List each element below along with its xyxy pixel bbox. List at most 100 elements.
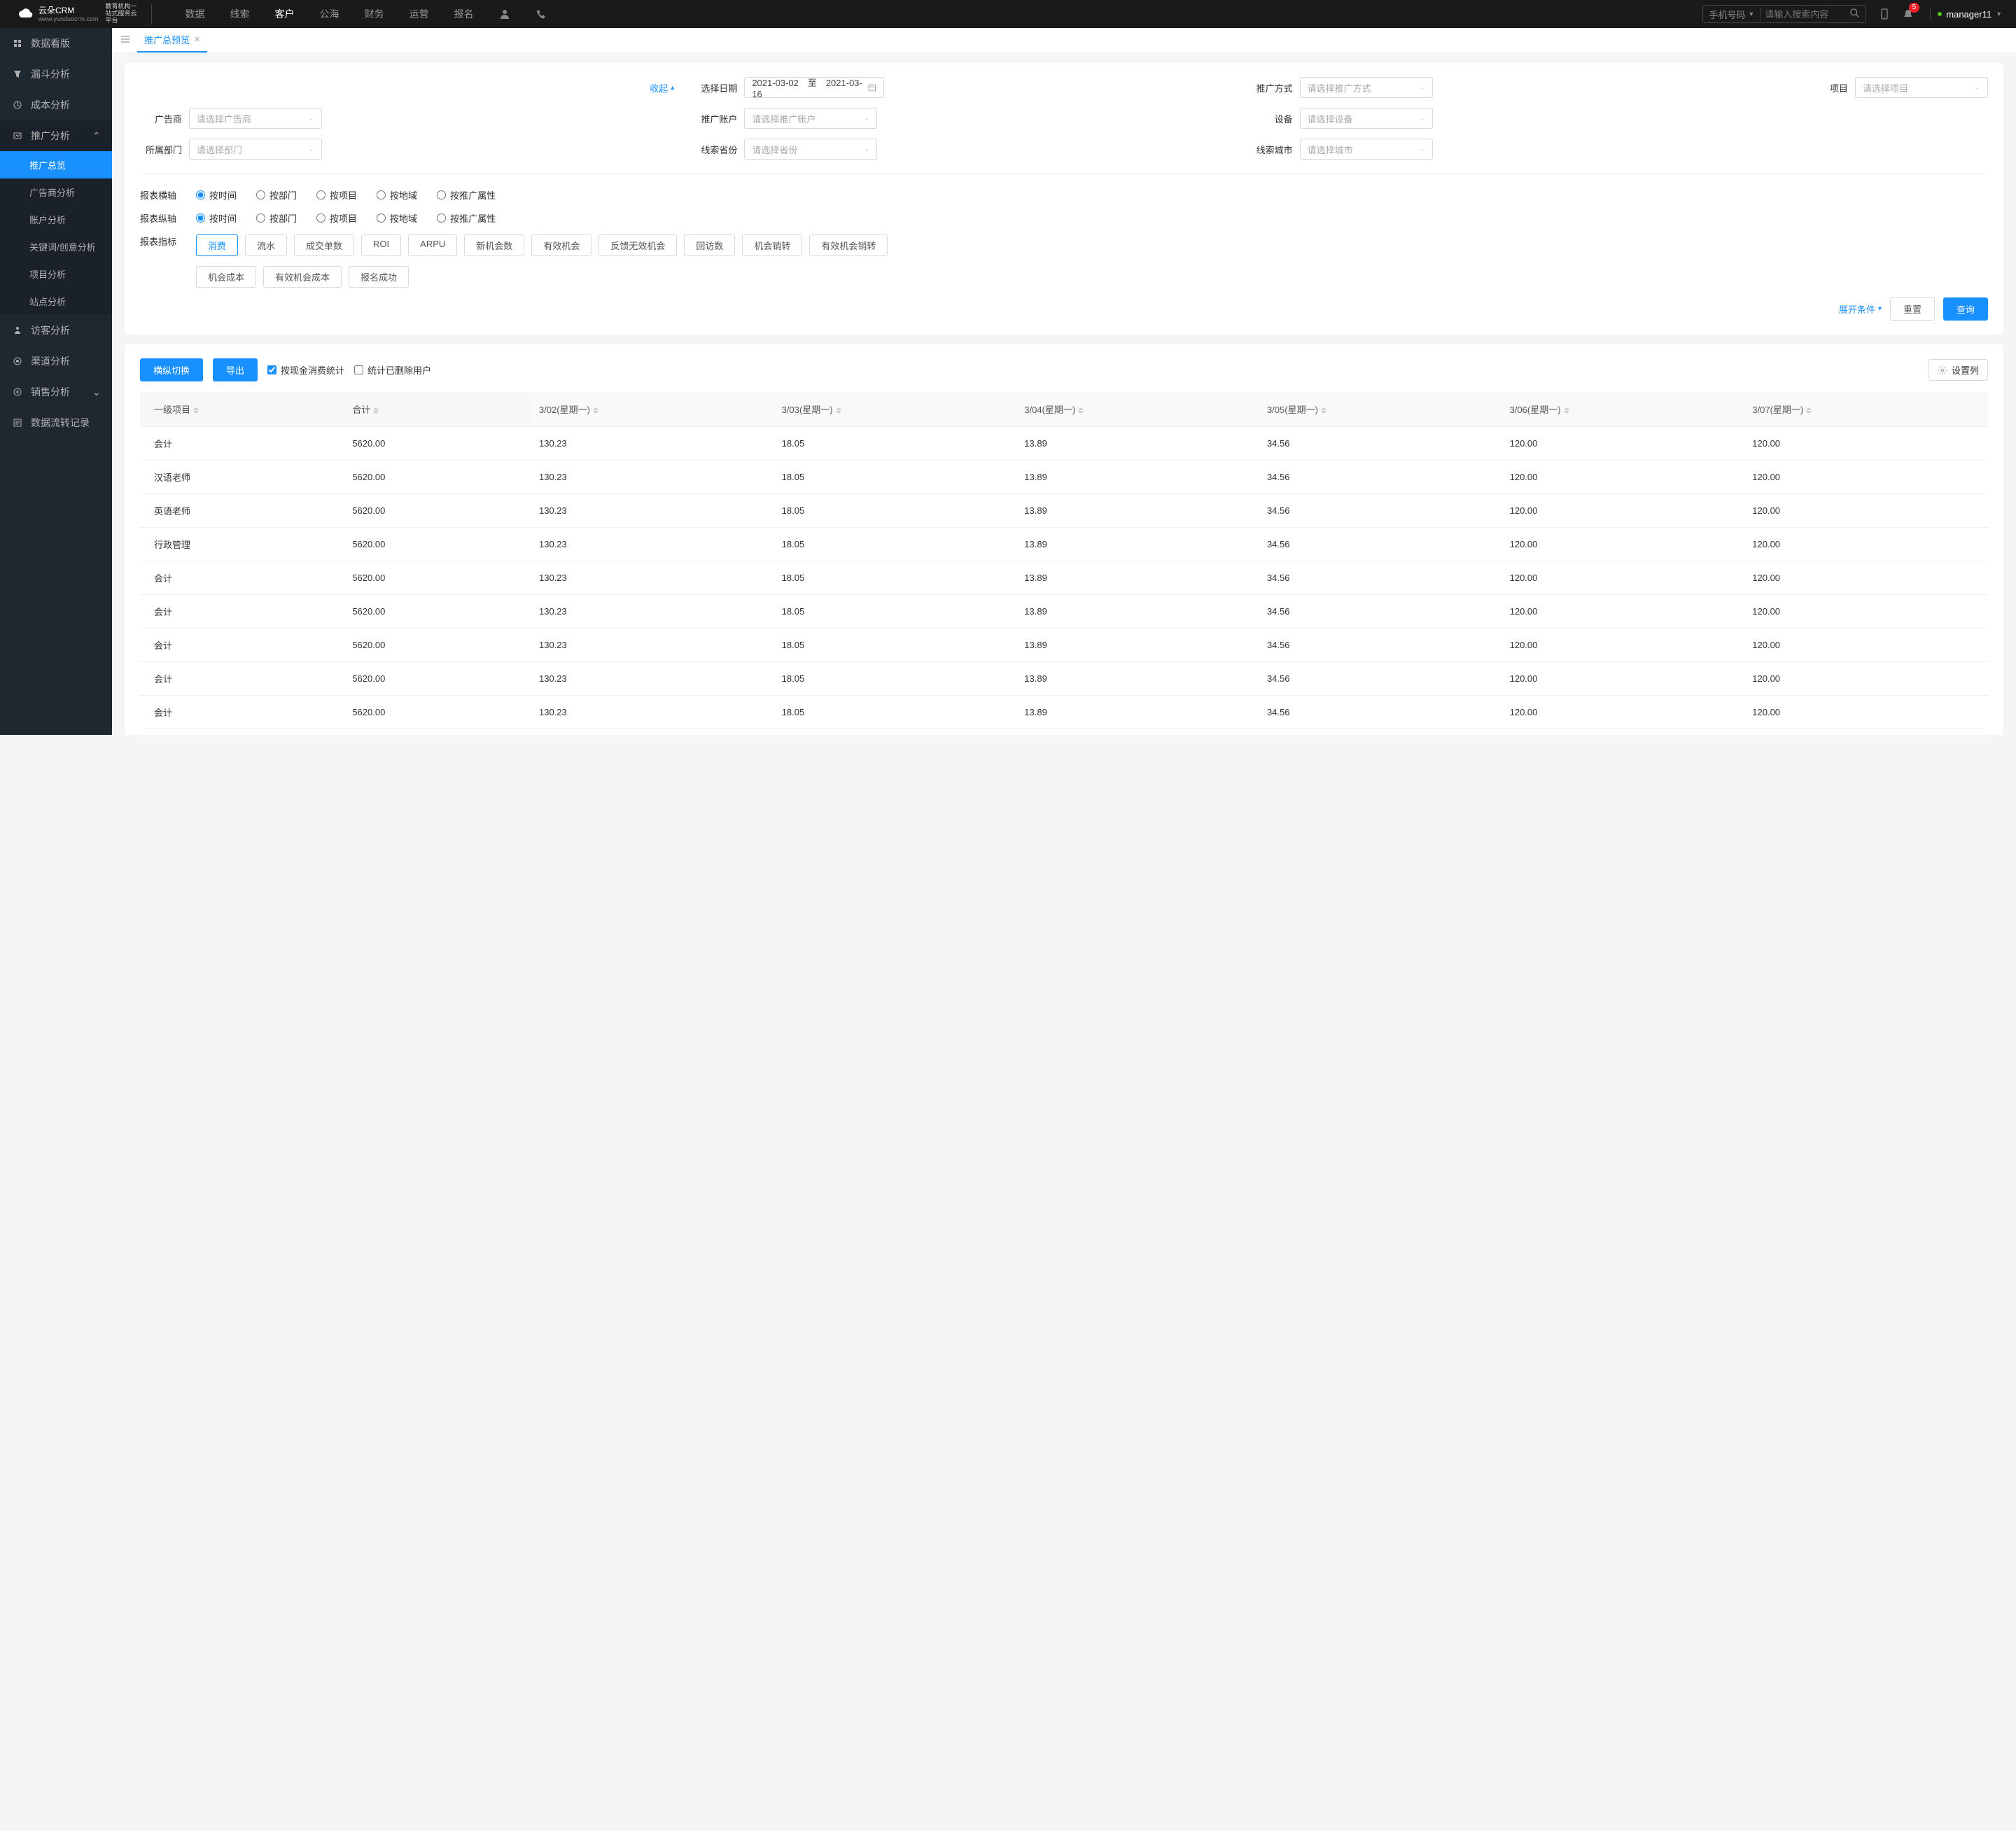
table-header[interactable]: 3/06(星期一): [1503, 393, 1746, 427]
metric-tag[interactable]: 机会销转: [742, 234, 802, 256]
radio-option[interactable]: 按项目: [316, 188, 357, 202]
metric-tag[interactable]: 流水: [245, 234, 287, 256]
bell-icon[interactable]: 5: [1903, 8, 1914, 20]
sidebar-sub-item[interactable]: 项目分析: [0, 260, 112, 288]
filter-label: 设备: [1251, 112, 1293, 125]
table-cell: 120.00: [1503, 729, 1746, 735]
user-menu[interactable]: manager11 ▼: [1930, 9, 2009, 20]
close-icon[interactable]: ✕: [194, 35, 200, 44]
search-input[interactable]: [1760, 9, 1844, 20]
metric-tag[interactable]: 报名成功: [349, 266, 409, 288]
menu-toggle-icon[interactable]: [120, 34, 130, 46]
filter-select[interactable]: 请选择城市⌄: [1300, 139, 1433, 160]
table-header[interactable]: 3/05(星期一): [1260, 393, 1503, 427]
sidebar-item[interactable]: 数据看版: [0, 28, 112, 59]
table-header[interactable]: 3/03(星期一): [775, 393, 1018, 427]
logo[interactable]: 云朵CRM www.yunduocrm.com 教育机构一站式服务云平台: [7, 3, 152, 24]
sidebar-item[interactable]: 访客分析: [0, 315, 112, 346]
set-columns-button[interactable]: 设置列: [1928, 359, 1988, 381]
nav-user-icon[interactable]: [486, 8, 523, 20]
radio-option[interactable]: 按时间: [196, 188, 237, 202]
metric-tag[interactable]: 有效机会: [531, 234, 592, 256]
table-row: 会计5620.00130.2318.0513.8934.56120.00120.…: [140, 729, 1988, 735]
filter-select[interactable]: 请选择推广账户⌄: [744, 108, 877, 129]
radio-option[interactable]: 按时间: [196, 211, 237, 225]
tab-promo-overview[interactable]: 推广总预览 ✕: [137, 28, 207, 52]
table-cell: 13.89: [1017, 528, 1260, 561]
radio-option[interactable]: 按部门: [256, 188, 297, 202]
metric-tag[interactable]: ARPU: [408, 234, 457, 256]
export-button[interactable]: 导出: [213, 358, 258, 381]
nav-item-6[interactable]: 报名: [442, 0, 486, 28]
radio-option[interactable]: 按部门: [256, 211, 297, 225]
chevron-up-icon: ⌃: [92, 130, 99, 142]
sidebar-item[interactable]: 数据流转记录: [0, 407, 112, 438]
radio-option[interactable]: 按推广属性: [437, 188, 496, 202]
table-header[interactable]: 3/04(星期一): [1017, 393, 1260, 427]
table-header[interactable]: 一级项目: [140, 393, 345, 427]
checkbox-cash-stats[interactable]: 按现金消费统计: [267, 363, 344, 377]
table-row: 英语老师5620.00130.2318.0513.8934.56120.0012…: [140, 494, 1988, 528]
collapse-link[interactable]: 收起 ▴: [650, 81, 674, 94]
filter-select[interactable]: 请选择广告商⌄: [189, 108, 322, 129]
sidebar-sub-item[interactable]: 账户分析: [0, 206, 112, 233]
metric-tag[interactable]: 新机会数: [464, 234, 524, 256]
nav-item-3[interactable]: 公海: [307, 0, 352, 28]
filter-select[interactable]: 请选择设备⌄: [1300, 108, 1433, 129]
person-icon: [499, 8, 510, 20]
table-cell: 130.23: [532, 696, 775, 729]
filter-select[interactable]: 请选择推广方式⌄: [1300, 77, 1433, 98]
table-cell: 120.00: [1503, 595, 1746, 629]
table-header[interactable]: 3/07(星期一): [1745, 393, 1988, 427]
metric-tag[interactable]: 有效机会销转: [809, 234, 888, 256]
metric-tag[interactable]: 回访数: [684, 234, 735, 256]
table-cell: 18.05: [775, 494, 1018, 528]
nav-phone-icon[interactable]: [523, 8, 559, 20]
sidebar-sub-item[interactable]: 站点分析: [0, 288, 112, 315]
metric-tag[interactable]: 消费: [196, 234, 238, 256]
checkbox-deleted-users[interactable]: 统计已删除用户: [354, 363, 431, 377]
switch-axes-button[interactable]: 横纵切换: [140, 358, 203, 381]
sidebar-sub-item[interactable]: 关键词/创意分析: [0, 233, 112, 260]
radio-option[interactable]: 按项目: [316, 211, 357, 225]
sidebar-sub-item[interactable]: 广告商分析: [0, 178, 112, 206]
nav-item-1[interactable]: 线索: [218, 0, 262, 28]
nav-item-2[interactable]: 客户: [262, 0, 307, 28]
metric-tag[interactable]: 成交单数: [294, 234, 354, 256]
mobile-icon[interactable]: [1879, 8, 1890, 20]
table-header[interactable]: 合计: [345, 393, 532, 427]
radio-option[interactable]: 按推广属性: [437, 211, 496, 225]
metric-tag[interactable]: 有效机会成本: [263, 266, 342, 288]
sidebar-item[interactable]: 成本分析: [0, 90, 112, 120]
sidebar-item[interactable]: 推广分析⌃: [0, 120, 112, 151]
radio-option[interactable]: 按地域: [377, 188, 417, 202]
table-header[interactable]: 3/02(星期一): [532, 393, 775, 427]
table-cell: 18.05: [775, 595, 1018, 629]
sidebar-item[interactable]: 销售分析⌄: [0, 377, 112, 407]
metric-tag[interactable]: ROI: [361, 234, 401, 256]
filter-select[interactable]: 请选择部门⌄: [189, 139, 322, 160]
dashboard-icon: [13, 38, 22, 48]
nav-item-5[interactable]: 运营: [397, 0, 442, 28]
sidebar-item-label: 数据流转记录: [31, 416, 90, 430]
table-cell: 120.00: [1745, 696, 1988, 729]
search-icon[interactable]: [1844, 8, 1865, 20]
filter-select[interactable]: 请选择省份⌄: [744, 139, 877, 160]
sidebar-item[interactable]: 渠道分析: [0, 346, 112, 377]
expand-conditions-link[interactable]: 展开条件 ▾: [1839, 302, 1882, 316]
table-cell: 会计: [140, 561, 345, 595]
metric-tag[interactable]: 反馈无效机会: [598, 234, 677, 256]
query-button[interactable]: 查询: [1943, 297, 1988, 321]
sidebar-item-label: 访客分析: [31, 323, 70, 337]
radio-option[interactable]: 按地域: [377, 211, 417, 225]
nav-item-4[interactable]: 财务: [352, 0, 397, 28]
nav-item-0[interactable]: 数据: [173, 0, 218, 28]
metric-tag[interactable]: 机会成本: [196, 266, 256, 288]
reset-button[interactable]: 重置: [1890, 297, 1935, 321]
sidebar-sub-item[interactable]: 推广总览: [0, 151, 112, 178]
table-cell: 13.89: [1017, 595, 1260, 629]
filter-select[interactable]: 请选择项目⌄: [1855, 77, 1988, 98]
date-range-picker[interactable]: 2021-03-02 至 2021-03-16: [744, 77, 884, 98]
sidebar-item[interactable]: 漏斗分析: [0, 59, 112, 90]
search-type-select[interactable]: 手机号码 ▼: [1703, 8, 1760, 21]
